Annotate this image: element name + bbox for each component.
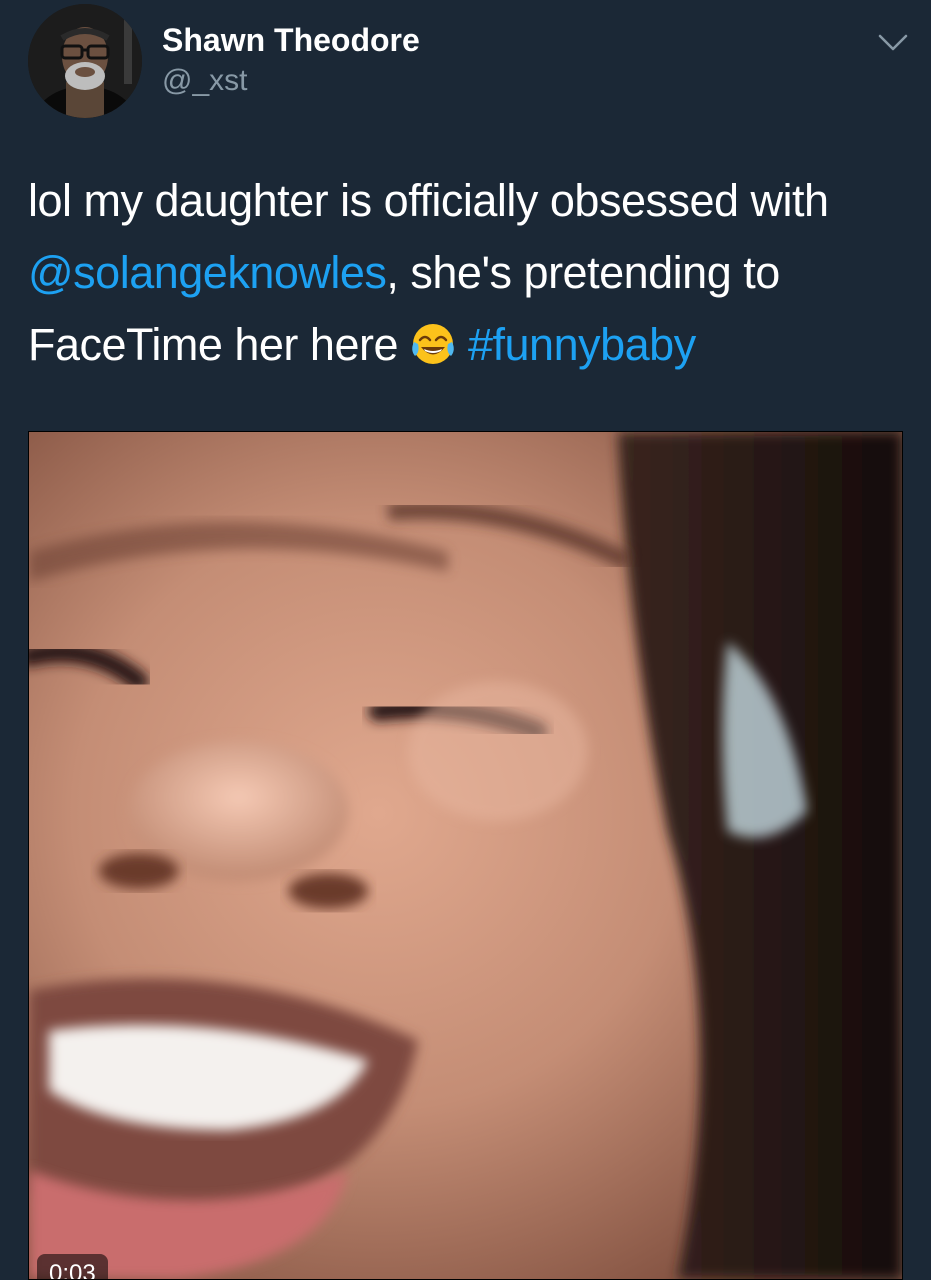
avatar[interactable]	[28, 4, 142, 118]
avatar-photo	[28, 4, 142, 118]
video-frame	[29, 432, 902, 1279]
face-with-tears-of-joy-icon	[410, 315, 456, 364]
chevron-down-icon[interactable]	[876, 30, 910, 54]
video-player[interactable]: 0:03	[28, 431, 903, 1280]
tweet-card: Shawn Theodore @_xst lol my daughter is …	[0, 0, 931, 1280]
tweet-text: lol my daughter is officially obsessed w…	[28, 165, 918, 381]
hashtag-link[interactable]: #funnybaby	[468, 319, 696, 370]
author-handle[interactable]: @_xst	[162, 62, 247, 100]
video-duration-badge: 0:03	[37, 1254, 108, 1279]
tweet-text-part: lol my daughter is officially obsessed w…	[28, 175, 829, 226]
mention-link[interactable]: @solangeknowles	[28, 247, 387, 298]
tweet-text-part	[456, 319, 468, 370]
author-display-name[interactable]: Shawn Theodore	[162, 20, 420, 60]
